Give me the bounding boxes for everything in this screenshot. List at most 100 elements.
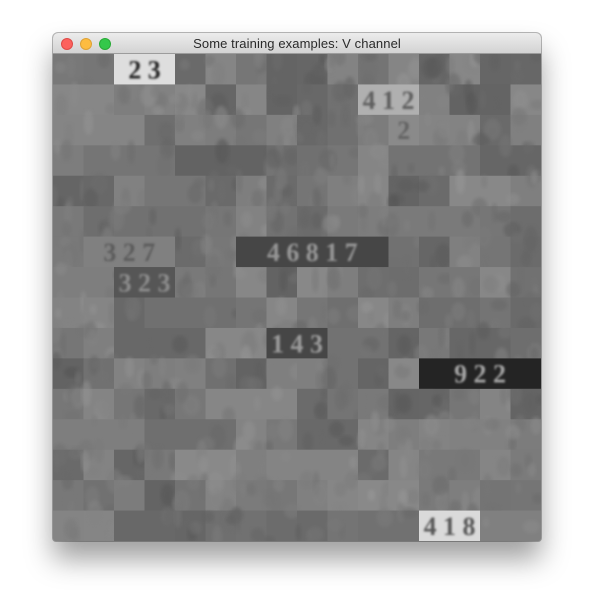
patch-texture [209, 274, 217, 288]
patch-texture [452, 277, 465, 300]
patch-texture [397, 179, 415, 192]
patch-texture [523, 141, 535, 154]
patch-texture [176, 381, 188, 404]
patch-texture [432, 394, 442, 408]
title-bar[interactable]: Some training examples: V channel [53, 33, 541, 54]
patch-texture [97, 396, 115, 415]
patch-texture [110, 142, 121, 161]
patch-texture [383, 417, 396, 432]
patch-texture [160, 483, 175, 506]
patch-texture [421, 492, 431, 508]
patch-texture [341, 102, 350, 128]
patch-texture [55, 308, 62, 319]
patch-texture [253, 395, 261, 411]
patch-texture [232, 506, 240, 526]
patch-texture [298, 118, 315, 138]
patch-texture [106, 468, 123, 494]
patch-texture [157, 153, 172, 179]
patch-texture [251, 128, 269, 145]
patch-texture [184, 354, 201, 374]
patch-texture [334, 481, 347, 497]
patch-texture [133, 394, 147, 419]
patch-texture [495, 211, 513, 223]
patch-texture [320, 387, 328, 401]
patch-texture [149, 208, 157, 226]
patch-texture [172, 335, 188, 354]
patch-texture [203, 55, 216, 67]
patch-texture [497, 325, 513, 339]
patch-texture [242, 420, 256, 442]
patch-texture [311, 481, 330, 507]
patch-texture [118, 413, 128, 429]
patch-texture [280, 202, 291, 215]
patch-texture [124, 357, 135, 378]
patch-texture [424, 112, 432, 127]
patch-texture [191, 130, 205, 142]
sample-patch [388, 145, 481, 177]
patch-texture [312, 187, 321, 210]
patch-texture [398, 489, 408, 506]
patch-texture [266, 197, 277, 222]
patch-texture [436, 94, 450, 110]
patch-texture [204, 110, 212, 130]
patch-texture [391, 164, 398, 190]
patch-texture [207, 487, 225, 511]
patch-texture [344, 471, 358, 490]
patch-texture [445, 77, 454, 93]
patch-texture [61, 470, 74, 490]
patch-texture [211, 356, 227, 378]
patch-texture [266, 423, 281, 439]
patch-texture [53, 138, 62, 154]
patch-texture [505, 424, 521, 440]
patch-texture [127, 307, 135, 321]
patch-texture [401, 507, 418, 519]
patch-texture [150, 354, 158, 365]
patch-texture [278, 417, 293, 442]
patch-texture [311, 212, 322, 229]
patch-texture [438, 166, 445, 177]
patch-texture [444, 313, 453, 329]
patch-texture [483, 418, 500, 431]
patch-texture [427, 211, 436, 232]
patch-texture [397, 334, 412, 356]
patch-texture [406, 489, 420, 505]
patch-texture [283, 148, 300, 166]
patch-texture [86, 500, 103, 526]
patch-texture [493, 96, 501, 110]
patch-texture [512, 90, 528, 110]
patch-texture [231, 108, 245, 129]
patch-texture [402, 255, 411, 279]
sample-digit-label: 4 1 2 [363, 86, 415, 115]
patch-texture [81, 380, 92, 407]
patch-texture [210, 346, 226, 358]
patch-texture [374, 173, 382, 195]
patch-texture [91, 414, 98, 427]
patch-texture [393, 391, 402, 415]
patch-texture [366, 265, 383, 291]
patch-texture [400, 310, 411, 322]
patch-texture [207, 178, 215, 192]
patch-texture [262, 489, 280, 510]
patch-texture [370, 410, 380, 433]
patch-texture [510, 463, 523, 477]
patch-texture [527, 462, 536, 477]
patch-texture [162, 403, 177, 416]
patch-texture [187, 184, 203, 204]
sample-digit-label: 3 2 3 [119, 268, 171, 297]
patch-texture [349, 456, 358, 469]
patch-texture [387, 280, 397, 298]
patch-texture [404, 438, 413, 465]
patch-texture [275, 167, 288, 191]
patch-texture [327, 266, 341, 291]
patch-texture [280, 451, 292, 463]
patch-texture [174, 111, 185, 129]
patch-texture [452, 387, 466, 401]
sample-patch [205, 388, 298, 420]
patch-texture [456, 448, 474, 472]
patch-texture [480, 174, 488, 188]
patch-texture [127, 140, 135, 165]
patch-texture [329, 153, 336, 169]
patch-texture [274, 94, 292, 107]
patch-texture [265, 148, 282, 169]
patch-texture [522, 335, 531, 347]
